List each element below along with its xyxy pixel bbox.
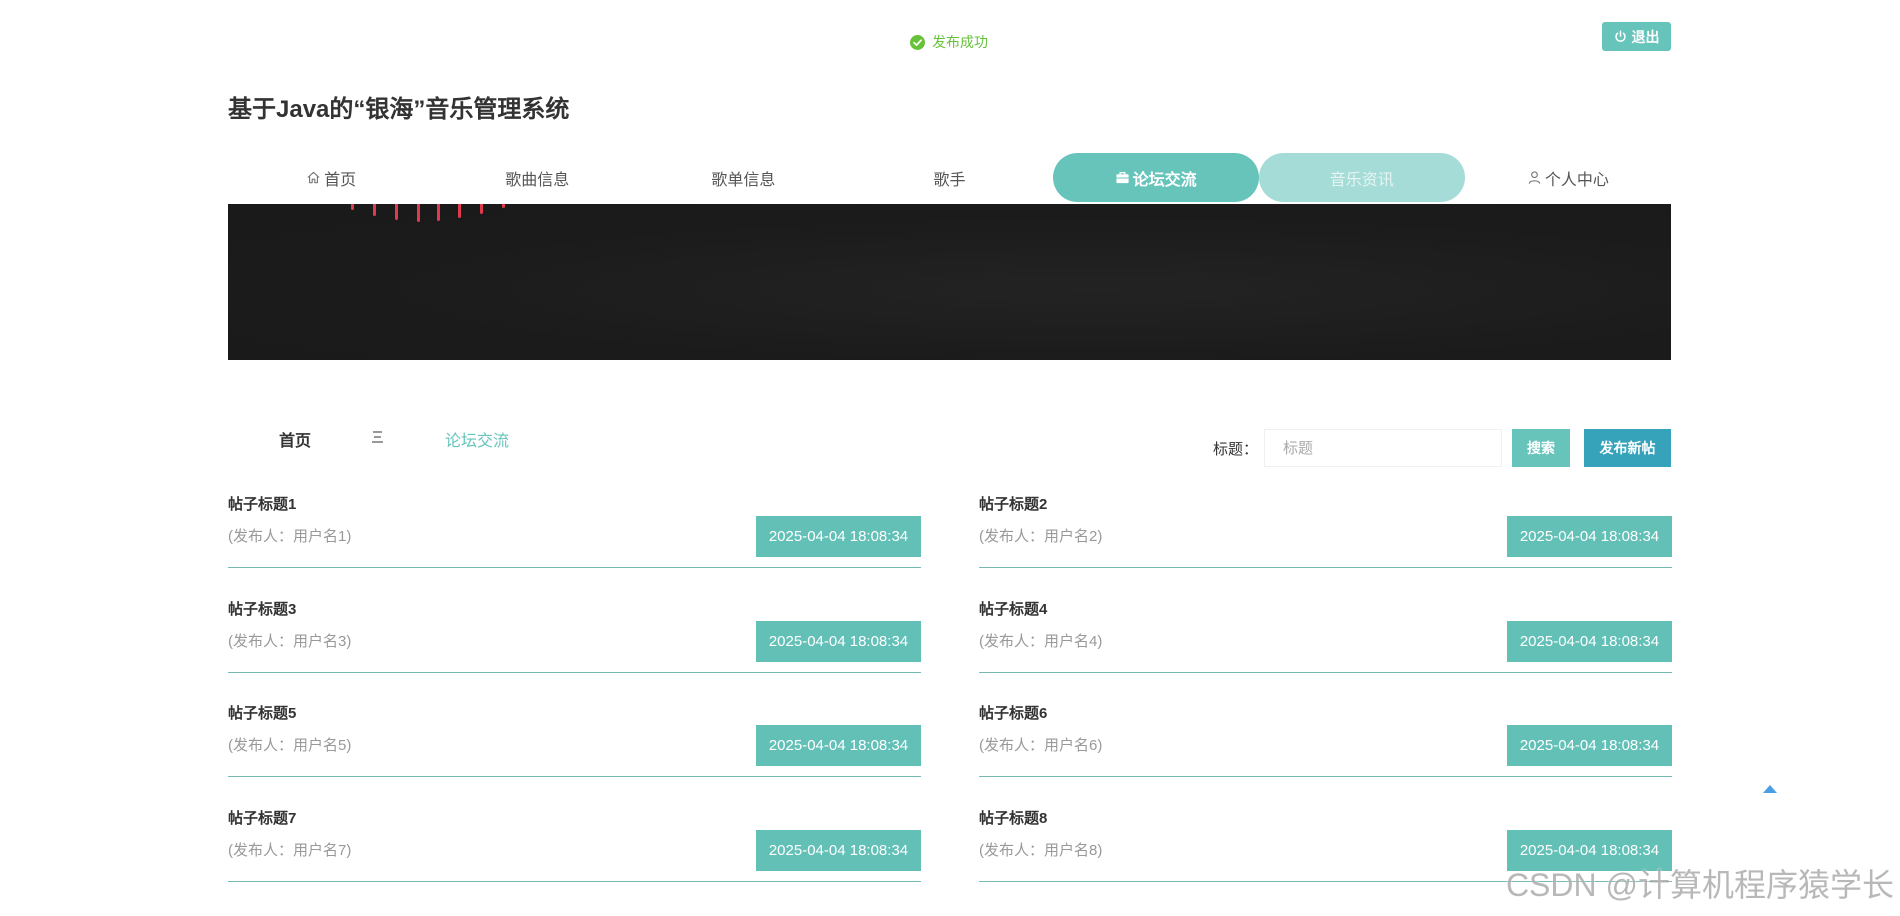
post-publisher: (发布人：用户名5) <box>228 737 352 754</box>
banner-light-bar <box>417 204 420 222</box>
post-divider <box>228 880 921 882</box>
nav-item-home[interactable]: 首页 <box>228 153 434 202</box>
post-title[interactable]: 帖子标题4 <box>979 600 1047 620</box>
post-time-badge: 2025-04-04 18:08:34 <box>756 620 921 662</box>
post-item[interactable]: 帖子标题2 (发布人：用户名2) 2025-04-04 18:08:34 <box>979 492 1672 597</box>
post-title[interactable]: 帖子标题6 <box>979 704 1047 724</box>
post-time-badge: 2025-04-04 18:08:34 <box>1507 829 1672 871</box>
post-time-badge: 2025-04-04 18:08:34 <box>1507 516 1672 557</box>
post-list: 帖子标题1 (发布人：用户名1) 2025-04-04 18:08:34 帖子标… <box>228 492 1672 910</box>
post-item[interactable]: 帖子标题6 (发布人：用户名6) 2025-04-04 18:08:34 <box>979 701 1672 806</box>
post-publisher: (发布人：用户名4) <box>979 632 1103 650</box>
nav-label: 歌曲信息 <box>505 171 570 189</box>
post-divider <box>979 567 1672 568</box>
post-divider <box>228 567 921 568</box>
logout-label: 退出 <box>1631 28 1660 45</box>
banner-light-bar <box>395 204 398 220</box>
home-icon <box>307 171 320 184</box>
nav-item-news[interactable]: 音乐资讯 <box>1258 153 1465 202</box>
banner-light-bar <box>458 204 461 218</box>
banner-light-bar <box>373 204 376 216</box>
nav-label: 歌单信息 <box>711 171 776 189</box>
post-title[interactable]: 帖子标题2 <box>979 495 1047 515</box>
banner-light-bar <box>351 204 354 210</box>
post-publisher: (发布人：用户名1) <box>228 528 352 545</box>
post-publisher: (发布人：用户名3) <box>228 632 352 650</box>
nav-label: 歌手 <box>933 171 966 189</box>
post-time-badge: 2025-04-04 18:08:34 <box>1507 620 1672 662</box>
site-title: 基于Java的“银海”音乐管理系统 <box>228 96 570 123</box>
post-item[interactable]: 帖子标题7 (发布人：用户名7) 2025-04-04 18:08:34 <box>228 806 921 911</box>
post-title[interactable]: 帖子标题5 <box>228 704 296 724</box>
post-publisher: (发布人：用户名6) <box>979 737 1103 754</box>
nav-item-singers[interactable]: 歌手 <box>846 153 1052 202</box>
page: 发布成功 退出 基于Java的“银海”音乐管理系统 首页 歌曲信息 歌单信息 歌… <box>0 0 1900 916</box>
briefcase-icon <box>1116 171 1129 184</box>
post-publisher: (发布人：用户名8) <box>979 841 1103 859</box>
user-icon <box>1528 171 1541 184</box>
post-item[interactable]: 帖子标题5 (发布人：用户名5) 2025-04-04 18:08:34 <box>228 701 921 806</box>
nav-item-playlists[interactable]: 歌单信息 <box>640 153 846 202</box>
nav-label: 个人中心 <box>1544 171 1609 189</box>
publish-post-button[interactable]: 发布新帖 <box>1584 429 1671 467</box>
nav-label: 首页 <box>324 171 357 189</box>
post-time-badge: 2025-04-04 18:08:34 <box>1507 725 1672 766</box>
post-time-badge: 2025-04-04 18:08:34 <box>756 725 921 766</box>
breadcrumb-home[interactable]: 首页 <box>279 427 311 451</box>
banner-light-bar <box>437 204 440 221</box>
search-button[interactable]: 搜索 <box>1512 429 1570 467</box>
post-divider <box>979 776 1672 777</box>
nav-label: 论坛交流 <box>1132 171 1197 189</box>
post-publisher: (发布人：用户名2) <box>979 528 1103 545</box>
toast-message: 发布成功 <box>932 34 988 50</box>
post-divider <box>979 671 1672 673</box>
post-title[interactable]: 帖子标题7 <box>228 809 296 829</box>
watermark: CSDN @计算机程序猿学长 <box>1505 867 1894 903</box>
nav-item-songs[interactable]: 歌曲信息 <box>434 153 640 202</box>
banner-background <box>228 204 1671 360</box>
post-publisher: (发布人：用户名7) <box>228 841 352 859</box>
title-search-input[interactable] <box>1264 429 1502 467</box>
breadcrumb-separator-icon <box>372 431 383 443</box>
post-title[interactable]: 帖子标题3 <box>228 600 296 620</box>
post-time-badge: 2025-04-04 18:08:34 <box>756 516 921 557</box>
nav-item-forum[interactable]: 论坛交流 <box>1052 153 1259 202</box>
nav-label: 音乐资讯 <box>1329 171 1394 189</box>
post-item[interactable]: 帖子标题1 (发布人：用户名1) 2025-04-04 18:08:34 <box>228 492 921 597</box>
post-title[interactable]: 帖子标题8 <box>979 809 1047 829</box>
post-item[interactable]: 帖子标题3 (发布人：用户名3) 2025-04-04 18:08:34 <box>228 597 921 702</box>
breadcrumb-current[interactable]: 论坛交流 <box>445 427 509 451</box>
banner-light-bar <box>480 204 483 214</box>
success-toast: 发布成功 <box>906 31 992 53</box>
power-icon <box>1614 30 1626 42</box>
check-circle-icon <box>910 34 925 50</box>
logout-button[interactable]: 退出 <box>1602 22 1671 51</box>
post-divider <box>228 671 921 673</box>
post-title[interactable]: 帖子标题1 <box>228 495 296 515</box>
banner-light-bar <box>502 204 505 208</box>
nav-item-profile[interactable]: 个人中心 <box>1465 153 1671 202</box>
banner-image <box>228 204 1671 360</box>
post-time-badge: 2025-04-04 18:08:34 <box>756 829 921 871</box>
back-to-top-icon[interactable] <box>1763 785 1777 793</box>
search-label: 标题： <box>1213 441 1259 458</box>
post-item[interactable]: 帖子标题4 (发布人：用户名4) 2025-04-04 18:08:34 <box>979 597 1672 702</box>
post-divider <box>228 776 921 777</box>
main-nav: 首页 歌曲信息 歌单信息 歌手 论坛交流 音乐资讯 个人中心 <box>228 153 1671 202</box>
